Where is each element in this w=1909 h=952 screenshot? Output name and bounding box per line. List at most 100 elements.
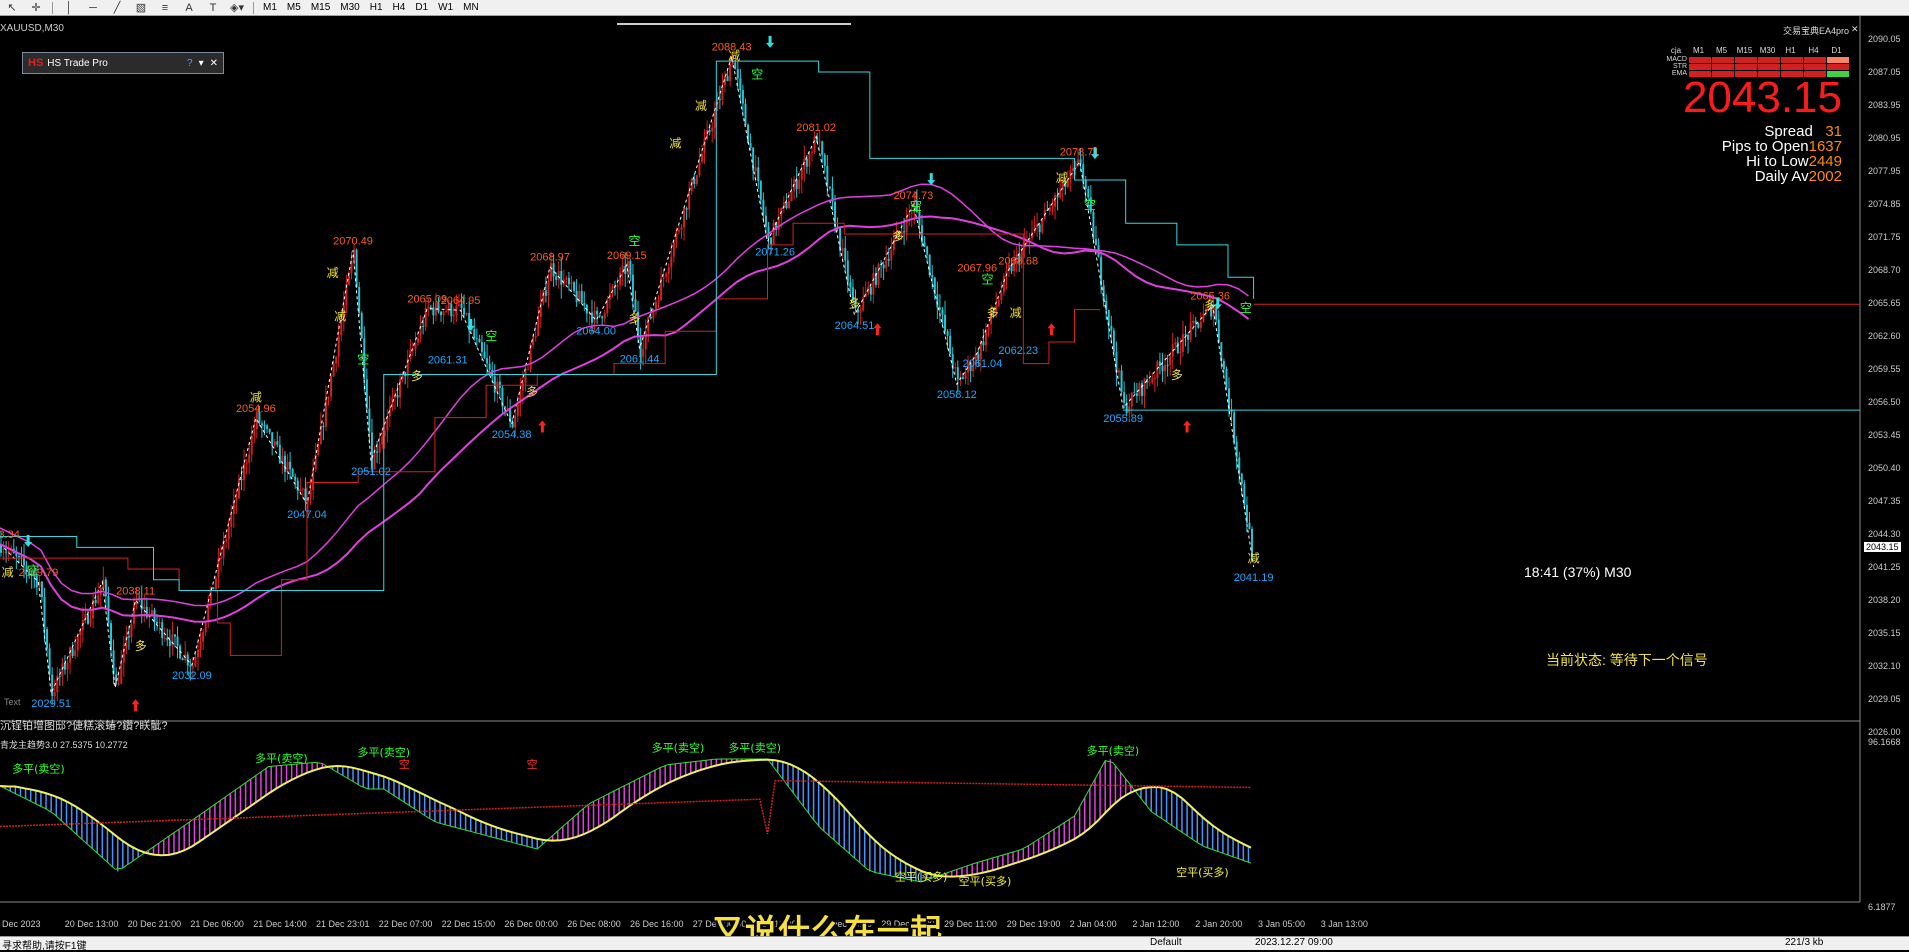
chevron-down-icon[interactable]: ▾ — [199, 58, 204, 69]
status-help-text: 寻求帮助,请按F1键 — [2, 941, 87, 952]
candle-body — [40, 581, 43, 598]
zigzag-price-label: 2029.51 — [31, 698, 71, 710]
price-chart-canvas[interactable]: 2043.342039.792038.112029.512032.092054.… — [0, 16, 1909, 936]
signal-label: 减 — [669, 137, 681, 151]
candle-body — [521, 382, 524, 391]
price-axis-label: 2080.95 — [1868, 133, 1901, 143]
close-icon[interactable]: ✕ — [210, 58, 218, 69]
candle-body — [294, 476, 297, 481]
candle-body — [772, 222, 775, 245]
zigzag-price-label: 2070.49 — [333, 235, 373, 247]
candle-body — [557, 271, 560, 280]
candle-body — [217, 558, 220, 578]
zigzag-price-label: 2041.19 — [1234, 572, 1274, 584]
indicator-matrix-cell — [1735, 56, 1757, 63]
candle-body — [1169, 356, 1172, 365]
osc-signal-label: 空平(买多) — [895, 870, 948, 884]
signal-label: 空 — [751, 67, 763, 81]
shapes-menu-icon[interactable]: ◈▾ — [228, 1, 246, 14]
zigzag-price-label: 2054.96 — [236, 403, 276, 415]
candle-body — [1158, 361, 1161, 366]
candle-body — [575, 290, 578, 303]
zigzag-price-label: 2055.89 — [1103, 413, 1143, 425]
candle-body — [143, 606, 146, 610]
candle-body — [429, 306, 432, 308]
candle-body — [76, 635, 79, 651]
text-label-tool-icon[interactable]: T — [204, 1, 222, 14]
candle-body — [309, 490, 312, 499]
candle-body — [1135, 393, 1138, 397]
vertical-line-icon[interactable]: │ — [60, 1, 78, 14]
candle-body — [445, 311, 448, 313]
fibonacci-icon[interactable]: ≡ — [156, 1, 174, 14]
candle-body — [176, 636, 179, 646]
timeframe-h4-button[interactable]: H4 — [388, 2, 411, 13]
oscillator-name: 青龙主趋势3.0 27.5375 10.2772 — [0, 740, 128, 750]
candle-body — [181, 658, 184, 661]
timeframe-m1-button[interactable]: M1 — [258, 2, 282, 13]
daily-av-row: Daily Av2002 — [1690, 169, 1842, 184]
zigzag-price-label: 2038.11 — [116, 585, 155, 597]
candle-body — [527, 368, 530, 370]
candle-body — [1084, 180, 1087, 189]
candle-body — [120, 662, 123, 684]
zigzag-price-label: 2051.02 — [351, 466, 391, 478]
hs-logo: HS — [28, 57, 44, 69]
candle-body — [399, 379, 402, 398]
help-icon[interactable]: ? — [187, 58, 193, 69]
timeframe-m5-button[interactable]: M5 — [282, 2, 306, 13]
cursor-icon[interactable]: ↖ — [3, 1, 21, 14]
signal-label: 空 — [982, 273, 994, 287]
signal-label: 减 — [327, 266, 339, 280]
timeframe-m15-button[interactable]: M15 — [306, 2, 335, 13]
candle-body — [713, 110, 716, 128]
candle-body — [931, 275, 934, 278]
horizontal-line-icon[interactable]: ─ — [84, 1, 102, 14]
indicator-matrix-cell — [1758, 56, 1780, 63]
signal-label: 减 — [1010, 306, 1022, 320]
channel-icon[interactable]: ▧ — [132, 1, 150, 14]
timeframe-d1-button[interactable]: D1 — [410, 2, 433, 13]
candle-body — [273, 441, 276, 446]
indicator-matrix-cell — [1781, 63, 1803, 70]
candle-body — [327, 396, 330, 400]
candle-body — [301, 488, 304, 490]
buy-arrow-icon — [1183, 420, 1192, 433]
candle-body — [631, 274, 634, 300]
candle-body — [757, 167, 760, 182]
timeframe-w1-button[interactable]: W1 — [433, 2, 458, 13]
candle-body — [248, 454, 251, 463]
zigzag-price-label: 2062.23 — [998, 345, 1038, 357]
timeframe-m30-button[interactable]: M30 — [335, 2, 364, 13]
close-icon[interactable]: ✕ — [1851, 24, 1859, 35]
hs-trade-pro-panel[interactable]: HS HS Trade Pro ? ▾ ✕ — [22, 52, 224, 74]
timeframe-mn-button[interactable]: MN — [458, 2, 484, 13]
candle-body — [268, 428, 271, 433]
indicator-matrix-col: cja — [1670, 46, 1682, 55]
candle-body — [818, 141, 821, 143]
candle-body — [741, 89, 744, 104]
candle-body — [560, 271, 563, 285]
candle-body — [1105, 300, 1108, 310]
candle-body — [1248, 522, 1251, 529]
candle-body — [196, 650, 199, 657]
candle-body — [800, 169, 803, 180]
candle-body — [71, 647, 74, 656]
candle-body — [961, 377, 964, 379]
candle-body — [729, 64, 732, 82]
trendline-icon[interactable]: ╱ — [108, 1, 126, 14]
osc-signal-label: 多平(卖空) — [652, 741, 705, 755]
timeframe-h1-button[interactable]: H1 — [365, 2, 388, 13]
status-datetime: 2023.12.27 09:00 — [1255, 937, 1333, 948]
candle-body — [1181, 334, 1184, 352]
candle-body — [685, 207, 688, 210]
candle-body — [529, 344, 532, 369]
zigzag-price-label: 2061.44 — [620, 354, 660, 366]
candle-body — [619, 272, 622, 285]
candle-body — [1222, 360, 1225, 370]
crosshair-icon[interactable]: ✛ — [27, 1, 45, 14]
zigzag-price-label: 2071.26 — [755, 247, 795, 259]
time-axis-label: 20 Dec 13:00 — [64, 919, 119, 929]
candle-body — [322, 425, 325, 427]
text-tool-icon[interactable]: A — [180, 1, 198, 14]
